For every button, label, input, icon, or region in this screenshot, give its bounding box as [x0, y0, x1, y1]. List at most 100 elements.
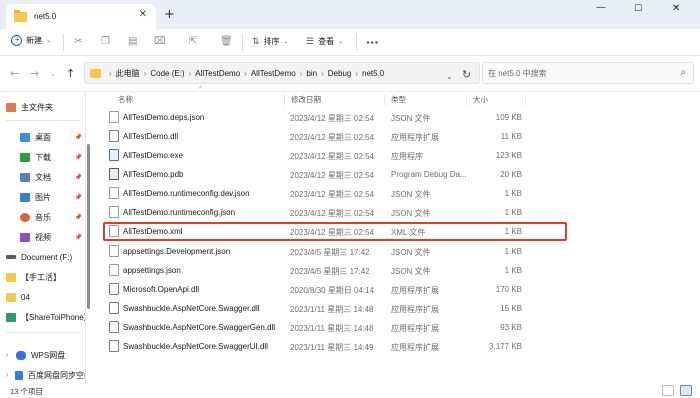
file-date: 2023/4/12 星期三 02:54	[290, 133, 375, 142]
table-row-highlighted[interactable]: AllTestDemo.xml 2023/4/12 星期三 02:54 XML …	[103, 222, 567, 241]
table-row[interactable]: Swashbuckle.AspNetCore.SwaggerUI.dll 202…	[103, 337, 567, 356]
breadcrumb-item[interactable]: Code (E:)	[150, 69, 184, 78]
details-view-button[interactable]	[662, 385, 674, 396]
column-size[interactable]: 大小	[473, 94, 488, 105]
search-input[interactable]: 在 net5.0 中搜索 ⌕	[482, 62, 694, 84]
desktop-icon	[20, 132, 30, 142]
file-icon	[109, 111, 119, 123]
toolbar-divider	[356, 34, 357, 51]
table-row[interactable]: AllTestDemo.runtimeconfig.dev.json 2023/…	[103, 184, 567, 203]
sidebar-item-04[interactable]: 04	[6, 288, 85, 306]
sidebar-item-documents[interactable]: 文档 📌	[6, 168, 85, 186]
chevron-right-icon[interactable]: ›	[6, 352, 16, 359]
table-row[interactable]: appsettings.Development.json 2023/4/5 星期…	[103, 242, 567, 261]
forward-button[interactable]: →	[30, 67, 39, 80]
recent-chevron-icon[interactable]: ⌄	[50, 70, 56, 78]
address-dropdown-icon[interactable]: ⌄	[446, 72, 453, 81]
sidebar-item-baidu[interactable]: › 百度网盘同步空间	[6, 366, 86, 384]
tab-title: net5.0	[34, 12, 57, 21]
sidebar-item-videos[interactable]: 视频 📌	[6, 228, 85, 246]
column-divider[interactable]	[384, 94, 385, 105]
file-size: 93 KB	[500, 323, 522, 332]
chevron-right-icon[interactable]: ›	[6, 372, 15, 379]
breadcrumb-item[interactable]: AllTestDemo	[251, 69, 296, 78]
tab-net5[interactable]: net5.0 ✕	[6, 4, 156, 29]
table-row[interactable]: AllTestDemo.exe 2023/4/12 星期三 02:54 应用程序…	[103, 146, 567, 165]
status-bar: 13 个项目	[0, 384, 700, 398]
column-divider[interactable]	[466, 94, 467, 105]
minimize-button[interactable]: —	[596, 2, 606, 13]
sidebar-item-home[interactable]: 主文件夹	[6, 98, 85, 116]
close-window-button[interactable]: ✕	[672, 3, 680, 14]
breadcrumb-item[interactable]: AllTestDemo	[195, 69, 240, 78]
cut-icon[interactable]: ✂	[74, 36, 82, 47]
file-name: Swashbuckle.AspNetCore.SwaggerGen.dll	[123, 323, 276, 332]
sidebar-item-label: 【手工活】	[21, 272, 61, 282]
breadcrumb-item[interactable]: bin	[306, 69, 317, 78]
breadcrumb[interactable]: › 此电脑 › Code (E:) › AllTestDemo › AllTes…	[84, 62, 480, 84]
column-name[interactable]: 名称	[118, 94, 133, 105]
sidebar-item-wps[interactable]: › WPS网盘	[6, 346, 85, 364]
sidebar-item-sharetoiphone[interactable]: 【ShareToiPhone】	[6, 308, 86, 326]
table-row[interactable]: appsettings.json 2023/4/5 星期三 17:42 JSON…	[103, 261, 567, 280]
table-row[interactable]: AllTestDemo.runtimeconfig.json 2023/4/12…	[103, 203, 567, 222]
table-row[interactable]: Microsoft.OpenApi.dll 2020/8/30 星期日 04:1…	[103, 280, 567, 299]
file-type: 应用程序扩展	[391, 133, 439, 142]
file-type: JSON 文件	[391, 190, 431, 199]
sidebar-item-drive-f[interactable]: Document (F:)	[6, 248, 85, 266]
sort-button[interactable]: ⇅ 排序 ⌄	[252, 36, 289, 47]
sidebar-item-label: 百度网盘同步空间	[28, 370, 86, 380]
refresh-button[interactable]: ↻	[462, 68, 471, 81]
column-divider[interactable]	[525, 94, 526, 105]
breadcrumb-item[interactable]: net5.0	[362, 69, 384, 78]
sidebar-item-handwork[interactable]: 【手工活】	[6, 268, 85, 286]
file-name: AllTestDemo.runtimeconfig.json	[123, 208, 236, 217]
new-tab-button[interactable]: +	[164, 7, 175, 22]
paste-icon[interactable]: ▤	[128, 36, 137, 47]
file-name: Swashbuckle.AspNetCore.SwaggerUI.dll	[123, 342, 268, 351]
share-icon[interactable]: ⇱	[189, 36, 197, 47]
table-row[interactable]: Swashbuckle.AspNetCore.SwaggerGen.dll 20…	[103, 318, 567, 337]
pin-icon: 📌	[74, 234, 82, 241]
file-type: 应用程序扩展	[391, 286, 439, 295]
file-date: 2023/4/12 星期三 02:54	[290, 190, 375, 199]
file-size: 15 KB	[500, 304, 522, 313]
sidebar-scrollbar[interactable]	[86, 100, 91, 380]
back-button[interactable]: ←	[10, 67, 19, 80]
file-type: 应用程序	[391, 152, 423, 161]
column-type[interactable]: 类型	[391, 94, 406, 105]
sidebar-item-desktop[interactable]: 桌面 📌	[6, 128, 85, 146]
scrollbar-thumb[interactable]	[87, 144, 90, 309]
file-name: AllTestDemo.pdb	[123, 170, 184, 179]
sidebar-item-music[interactable]: 音乐 📌	[6, 208, 85, 226]
breadcrumb-item[interactable]: 此电脑	[116, 68, 140, 79]
folder-icon	[6, 292, 16, 302]
search-placeholder: 在 net5.0 中搜索	[488, 68, 547, 78]
table-row[interactable]: Swashbuckle.AspNetCore.Swagger.dll 2023/…	[103, 299, 567, 318]
chevron-down-icon: ⌄	[46, 38, 52, 44]
sidebar-item-label: WPS网盘	[31, 350, 66, 360]
table-row[interactable]: AllTestDemo.pdb 2023/4/12 星期三 02:54 Prog…	[103, 165, 567, 184]
sidebar-item-label: 【ShareToiPhone】	[21, 312, 86, 322]
music-icon	[20, 212, 30, 222]
file-size: 3,177 KB	[489, 342, 522, 351]
close-tab-icon[interactable]: ✕	[139, 9, 147, 20]
new-button[interactable]: + 新建 ⌄	[11, 35, 51, 46]
sidebar-item-downloads[interactable]: 下载 📌	[6, 148, 85, 166]
up-button[interactable]: ↑	[66, 67, 75, 80]
table-row[interactable]: AllTestDemo.deps.json 2023/4/12 星期三 02:5…	[103, 108, 567, 127]
maximize-button[interactable]: ☐	[634, 4, 642, 14]
list-view-button[interactable]	[680, 385, 692, 396]
delete-icon[interactable]: 🗑	[220, 36, 233, 47]
view-button[interactable]: ☰ 查看 ⌄	[306, 36, 343, 47]
rename-icon[interactable]: ⌧	[154, 36, 166, 47]
column-date[interactable]: 修改日期	[291, 94, 321, 105]
sidebar-item-pictures[interactable]: 图片 📌	[6, 188, 85, 206]
table-row[interactable]: AllTestDemo.dll 2023/4/12 星期三 02:54 应用程序…	[103, 127, 567, 146]
pin-icon: 📌	[74, 134, 82, 141]
search-icon: ⌕	[680, 67, 686, 78]
breadcrumb-item[interactable]: Debug	[328, 69, 352, 78]
copy-icon[interactable]: ❐	[101, 36, 110, 47]
column-divider[interactable]	[284, 94, 285, 105]
more-options-button[interactable]: ···	[366, 36, 379, 49]
